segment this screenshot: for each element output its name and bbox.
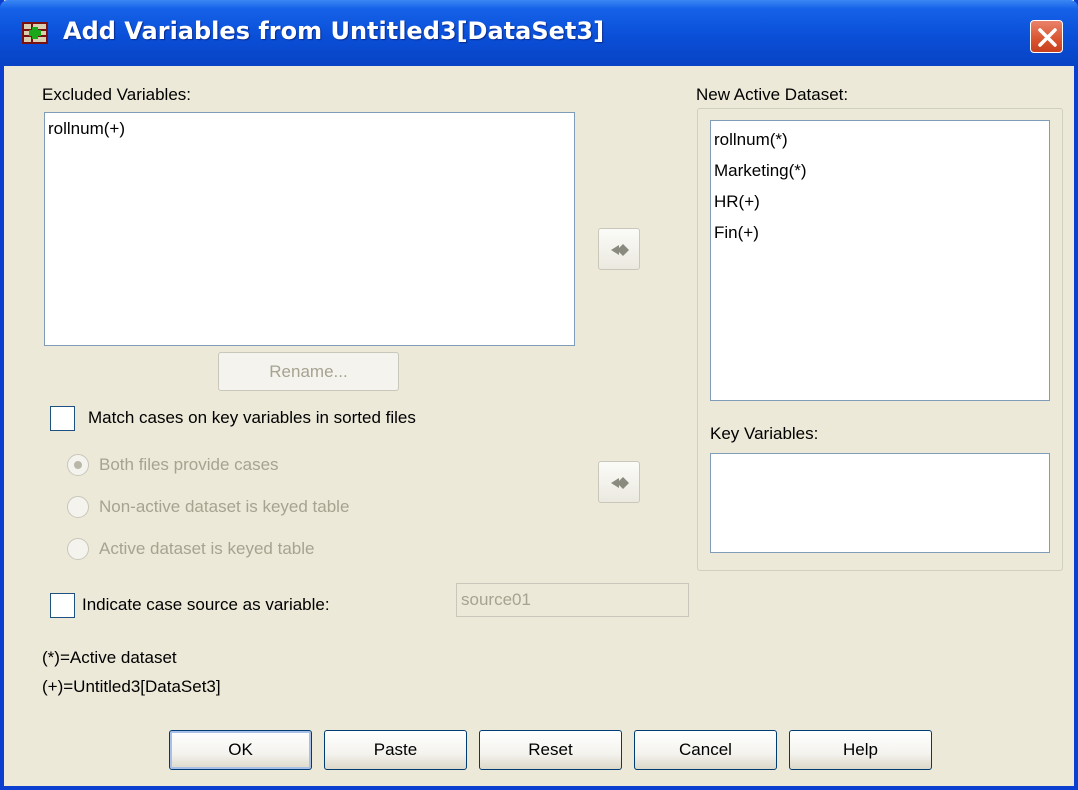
move-to-active-button[interactable]: [598, 228, 640, 270]
list-item[interactable]: rollnum(+): [45, 113, 574, 144]
reset-button[interactable]: Reset: [479, 730, 622, 770]
move-to-key-button[interactable]: [598, 461, 640, 503]
match-cases-checkbox[interactable]: [50, 406, 75, 431]
case-source-variable-field[interactable]: source01: [456, 583, 689, 617]
list-item[interactable]: rollnum(*): [711, 124, 1049, 155]
excluded-variables-label: Excluded Variables:: [42, 85, 191, 104]
radio-active-keyed-label: Active dataset is keyed table: [99, 539, 315, 558]
arrow-right-icon: [611, 477, 629, 489]
close-button[interactable]: [1030, 20, 1063, 53]
new-active-dataset-list[interactable]: rollnum(*) Marketing(*) HR(+) Fin(+): [710, 120, 1050, 401]
window-title: Add Variables from Untitled3[DataSet3]: [63, 17, 605, 45]
new-active-dataset-label: New Active Dataset:: [696, 85, 849, 104]
radio-non-active-keyed[interactable]: [67, 496, 89, 518]
excluded-variables-list[interactable]: rollnum(+): [44, 112, 575, 346]
paste-button[interactable]: Paste: [324, 730, 467, 770]
case-source-label: Indicate case source as variable:: [82, 595, 330, 614]
list-item[interactable]: HR(+): [711, 186, 1049, 217]
close-icon: [1038, 28, 1057, 47]
title-bar[interactable]: Add Variables from Untitled3[DataSet3]: [0, 0, 1078, 66]
radio-both-files[interactable]: [67, 454, 89, 476]
legend-active-dataset: (*)=Active dataset: [42, 648, 177, 667]
key-variables-list[interactable]: [710, 453, 1050, 553]
app-icon: [22, 22, 48, 44]
ok-button[interactable]: OK: [169, 730, 312, 770]
list-item[interactable]: Fin(+): [711, 217, 1049, 248]
rename-button[interactable]: Rename...: [218, 352, 399, 391]
case-source-checkbox[interactable]: [50, 593, 75, 618]
arrow-right-icon: [611, 244, 629, 256]
radio-both-files-label: Both files provide cases: [99, 455, 279, 474]
help-button[interactable]: Help: [789, 730, 932, 770]
cancel-button[interactable]: Cancel: [634, 730, 777, 770]
radio-selected-dot: [74, 461, 82, 469]
match-cases-label: Match cases on key variables in sorted f…: [88, 408, 416, 427]
list-item[interactable]: Marketing(*): [711, 155, 1049, 186]
legend-other-dataset: (+)=Untitled3[DataSet3]: [42, 677, 221, 696]
radio-non-active-keyed-label: Non-active dataset is keyed table: [99, 497, 350, 516]
radio-active-keyed[interactable]: [67, 538, 89, 560]
key-variables-label: Key Variables:: [710, 424, 819, 443]
dialog-window: Add Variables from Untitled3[DataSet3] E…: [0, 0, 1078, 790]
